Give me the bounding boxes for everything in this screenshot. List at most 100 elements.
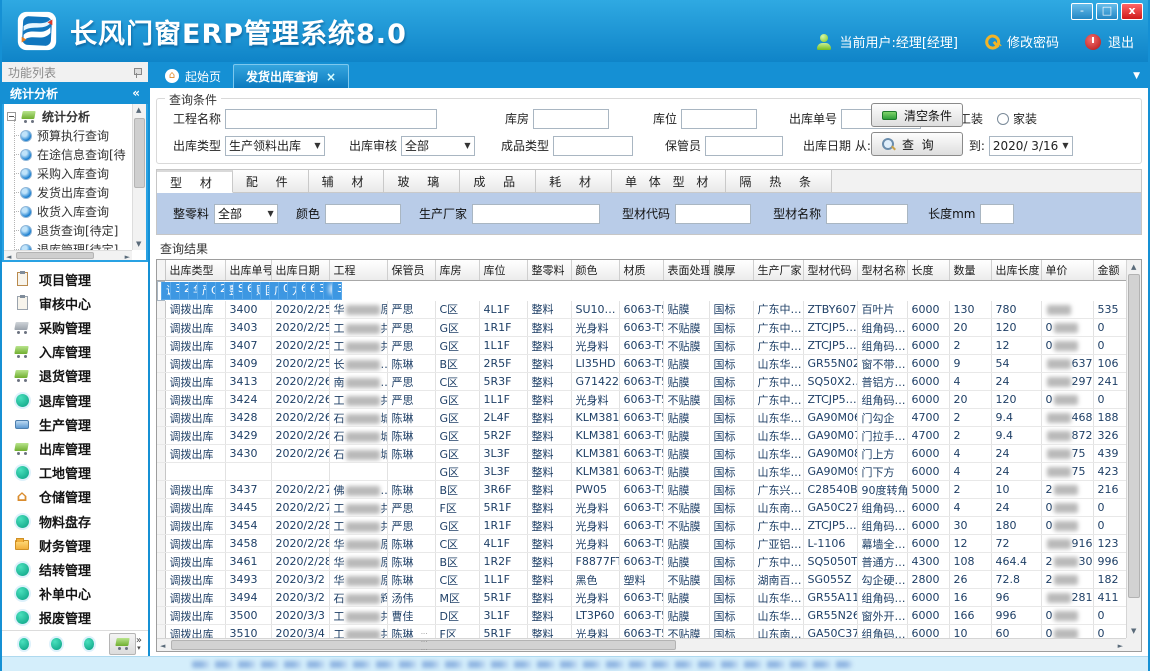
table-row[interactable]: 调拨出库34372020/2/27佛…陈琳B区3R6F整料PW056063-T5…: [157, 481, 1126, 499]
table-row[interactable]: 调拨出库34452020/2/27工共工程严思F区5R1F整料光身料6063-T…: [157, 499, 1126, 517]
table-row[interactable]: 调拨出库34932020/3/2华原…陈琳C区1L1F整料黑色塑料不贴膜国标湖南…: [157, 571, 1126, 589]
table-row[interactable]: 调拨出库34032020/2/25工共工程严思G区1R1F整料光身料6063-T…: [157, 319, 1126, 337]
material-tab-成品[interactable]: 成 品: [460, 170, 536, 193]
sidebar-item-退货管理[interactable]: 退货管理: [14, 364, 148, 388]
sidebar-item-结转管理[interactable]: 结转管理: [14, 557, 148, 581]
tab-list-dropdown-icon[interactable]: ▼: [1133, 71, 1140, 81]
sidebar-item-审核中心[interactable]: 审核中心: [14, 291, 148, 315]
scroll-up-icon[interactable]: ▲: [1131, 262, 1136, 272]
tree-root-statistics[interactable]: 统计分析: [7, 107, 146, 126]
close-button[interactable]: x: [1121, 3, 1143, 20]
keeper-input[interactable]: [705, 136, 783, 156]
table-row[interactable]: 调拨出库34092020/2/25长…陈琳B区2R5F整料LI35HD6063-…: [157, 355, 1126, 373]
sidebar-item-财务管理[interactable]: 财务管理: [14, 533, 148, 557]
project-name-input[interactable]: [225, 109, 437, 129]
col-header-no[interactable]: 出库单号: [225, 260, 271, 280]
table-row[interactable]: 调拨出库34282020/2/26石城陈琳G区2L4F整料KLM38176063…: [157, 409, 1126, 427]
scroll-right-icon[interactable]: ►: [125, 252, 130, 262]
table-row[interactable]: G区3L3F整料KLM38176063-T5贴膜国标山东华…GA90M09…门下…: [157, 463, 1126, 481]
location-input[interactable]: [681, 109, 757, 129]
grid-horizontal-scrollbar[interactable]: ◄ ►: [157, 638, 1126, 651]
scrollbar-thumb[interactable]: [171, 640, 676, 650]
material-tab-配件[interactable]: 配 件: [233, 170, 309, 193]
col-header-length[interactable]: 长度: [907, 260, 949, 280]
tree-item-在途信息查询[待[interactable]: 在途信息查询[待: [7, 145, 146, 164]
col-header-qty[interactable]: 数量: [949, 260, 991, 280]
module-dot-icon[interactable]: [19, 638, 29, 650]
col-header-unit-price[interactable]: 单价: [1041, 260, 1093, 280]
scrollbar-thumb[interactable]: [16, 252, 94, 259]
col-header-project[interactable]: 工程: [329, 260, 387, 280]
clear-conditions-button[interactable]: 清空条件: [871, 103, 963, 127]
material-tab-玻璃[interactable]: 玻 璃: [384, 170, 460, 193]
sidebar-item-退库管理[interactable]: 退库管理: [14, 388, 148, 412]
sidebar-item-生产管理[interactable]: 生产管理: [14, 412, 148, 436]
col-header-maker[interactable]: 生产厂家: [753, 260, 803, 280]
col-header-location[interactable]: 库位: [479, 260, 527, 280]
tab-close-icon[interactable]: ×: [326, 70, 336, 84]
tree-item-采购入库查询[interactable]: 采购入库查询: [7, 164, 146, 183]
col-header-amount[interactable]: 金额: [1093, 260, 1126, 280]
col-header-out-length[interactable]: 出库长度: [991, 260, 1041, 280]
col-header-date[interactable]: 出库日期: [271, 260, 329, 280]
out-audit-select[interactable]: 全部▼: [401, 136, 475, 156]
cart-toolbar-button[interactable]: [109, 633, 135, 655]
length-input[interactable]: [980, 204, 1014, 224]
collapse-icon[interactable]: «: [132, 86, 140, 100]
color-input[interactable]: [325, 204, 401, 224]
table-row[interactable]: 调拨出库34582020/2/28华原…陈琳C区4L1F整料光身料6063-T5…: [157, 535, 1126, 553]
scroll-right-icon[interactable]: ►: [1118, 641, 1123, 651]
table-row[interactable]: 调拨出库35002020/3/3工共工程曹佳D区3L1F整料LT3P606063…: [157, 607, 1126, 625]
table-row[interactable]: 调拨出库34302020/2/26石城陈琳G区3L3F整料KLM38176063…: [157, 445, 1126, 463]
tree-horizontal-scrollbar[interactable]: ◄ ►: [4, 250, 132, 260]
maximize-button[interactable]: □: [1096, 3, 1118, 20]
scroll-down-icon[interactable]: ▼: [1131, 626, 1136, 636]
scroll-down-icon[interactable]: ▼: [136, 239, 141, 249]
table-row[interactable]: 调拨出库34132020/2/26南…严思C区5R3F整料G714226063-…: [157, 373, 1126, 391]
material-tab-型材[interactable]: 型 材: [157, 170, 233, 193]
col-header-material[interactable]: 材质: [619, 260, 663, 280]
search-button[interactable]: 查 询: [871, 132, 963, 156]
tree-item-退货查询[待定][interactable]: 退货查询[待定]: [7, 221, 146, 240]
material-tab-辅材[interactable]: 辅 材: [309, 170, 385, 193]
sidebar-item-入库管理[interactable]: 入库管理: [14, 340, 148, 364]
sidebar-item-报废管理[interactable]: 报废管理: [14, 606, 148, 630]
sidebar-item-出库管理[interactable]: 出库管理: [14, 436, 148, 460]
tree-item-预算执行查询[interactable]: 预算执行查询: [7, 126, 146, 145]
material-tab-耗材[interactable]: 耗 材: [536, 170, 612, 193]
tree-item-收货入库查询[interactable]: 收货入库查询: [7, 202, 146, 221]
col-header-name[interactable]: 型材名称: [857, 260, 907, 280]
sidebar-section-statistics[interactable]: 统计分析 «: [2, 82, 148, 104]
warehouse-input[interactable]: [533, 109, 609, 129]
profile-name-input[interactable]: [826, 204, 908, 224]
sidebar-item-补单中心[interactable]: 补单中心: [14, 582, 148, 606]
scrollbar-thumb[interactable]: [1128, 274, 1140, 598]
table-row[interactable]: 调拨出库34072020/2/25工共工程严思G区1L1F整料光身料6063-T…: [157, 337, 1126, 355]
pin-icon[interactable]: [133, 67, 142, 78]
col-header-code[interactable]: 型材代码: [803, 260, 857, 280]
product-type-input[interactable]: [553, 136, 633, 156]
col-header-color[interactable]: 颜色: [571, 260, 619, 280]
logout-button[interactable]: 退出: [1108, 32, 1134, 51]
scroll-left-icon[interactable]: ◄: [6, 252, 11, 262]
col-header-type[interactable]: 出库类型: [165, 260, 225, 280]
col-header-film[interactable]: 膜厚: [709, 260, 753, 280]
col-header-warehouse[interactable]: 库房: [435, 260, 479, 280]
table-row[interactable]: 调拨出库34242020/2/26工共工程严思G区1L1F整料光身料6063-T…: [157, 391, 1126, 409]
col-header-part[interactable]: 整零料: [527, 260, 571, 280]
scroll-up-icon[interactable]: ▲: [136, 105, 141, 115]
tree-vertical-scrollbar[interactable]: ▲ ▼: [132, 104, 146, 250]
material-tab-隔热条[interactable]: 隔 热 条: [726, 170, 832, 193]
minimize-button[interactable]: -: [1071, 3, 1093, 20]
maker-input[interactable]: [472, 204, 600, 224]
table-row[interactable]: 调拨出库34002020/2/25华原…严思C区4L1F整料SU10…6063-…: [157, 301, 1126, 319]
sidebar-item-工地管理[interactable]: 工地管理: [14, 461, 148, 485]
change-password-button[interactable]: 修改密码: [1007, 32, 1059, 51]
scroll-left-icon[interactable]: ◄: [160, 641, 165, 651]
table-row[interactable]: 调拨出库34942020/3/2石辉城汤伟M区5R1F整料光身料6063-T5贴…: [157, 589, 1126, 607]
module-dot-icon[interactable]: [84, 638, 94, 650]
profile-code-input[interactable]: [675, 204, 751, 224]
material-tab-单体型材[interactable]: 单 体 型 材: [612, 170, 726, 193]
sidebar-item-项目管理[interactable]: 项目管理: [14, 267, 148, 291]
jiazhuang-radio[interactable]: [997, 113, 1009, 125]
